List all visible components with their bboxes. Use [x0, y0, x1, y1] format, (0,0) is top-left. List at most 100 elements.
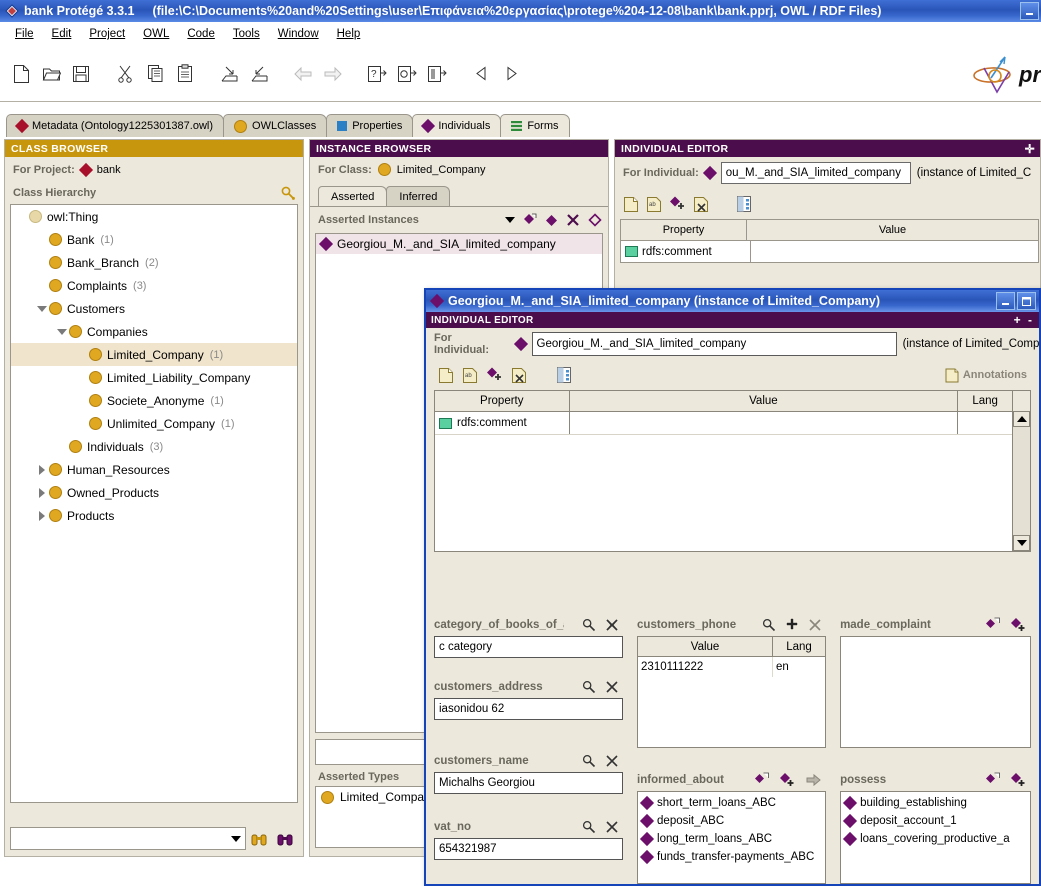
possess-item[interactable]: loans_covering_productive_a [841, 830, 1030, 848]
dialog-editor-icons[interactable]: ab Annotations [426, 360, 1039, 390]
create-icon[interactable] [392, 59, 422, 89]
minimize-button[interactable] [996, 292, 1015, 310]
phone-table-row[interactable]: 2310111222 en [638, 657, 825, 677]
chevron-right-icon[interactable] [35, 464, 49, 475]
instance-icon[interactable] [422, 59, 452, 89]
magnifier-icon[interactable] [582, 820, 596, 834]
class-search-icon[interactable] [281, 186, 295, 200]
create-diamond-icon[interactable] [985, 617, 1001, 633]
import-icon[interactable] [214, 59, 244, 89]
paste-icon[interactable] [170, 59, 200, 89]
instance-subtabs[interactable]: Asserted Inferred [310, 184, 608, 206]
class-tree-node[interactable]: Companies [11, 320, 297, 343]
tab-properties[interactable]: Properties [326, 114, 414, 137]
slot-input-category[interactable]: c category [434, 636, 624, 658]
add-instance-icon[interactable] [545, 214, 558, 227]
window-controls[interactable] [1020, 2, 1039, 20]
clear-x-icon[interactable] [808, 618, 822, 632]
slot-input-name[interactable]: Michalhs Georgiou [434, 772, 624, 794]
menu-project[interactable]: Project [80, 26, 134, 42]
menu-edit[interactable]: Edit [43, 26, 81, 42]
delete-instance-icon[interactable] [566, 213, 580, 227]
find-gold-binoculars-icon[interactable] [246, 832, 272, 846]
add-plus-icon[interactable] [785, 618, 799, 632]
split-view-icon[interactable] [737, 196, 751, 212]
dialog-row-lang[interactable] [958, 412, 1014, 434]
menu-bar[interactable]: File Edit Project OWL Code Tools Window … [0, 22, 1041, 46]
informed-about-list[interactable]: short_term_loans_ABC deposit_ABC long_term… [637, 791, 827, 884]
save-project-icon[interactable] [66, 59, 96, 89]
bg-row-value[interactable] [751, 241, 1038, 262]
class-hierarchy-tree[interactable]: owl:Thing Bank (1) Bank_Branch (2) Complaints… [10, 204, 298, 803]
slot-input-address[interactable]: iasonidou 62 [434, 698, 624, 720]
possess-list[interactable]: building_establishing deposit_account_1 lo… [840, 791, 1031, 884]
back-icon[interactable] [466, 59, 496, 89]
chevron-down-icon[interactable] [35, 305, 49, 312]
dialog-row-value[interactable] [570, 412, 959, 434]
cut-icon[interactable] [110, 59, 140, 89]
dialog-individual-name-input[interactable]: Georgiou_M._and_SIA_limited_company [531, 332, 897, 356]
export-icon[interactable] [244, 59, 274, 89]
dialog-title-bar[interactable]: Georgiou_M._and_SIA_limited_company (ins… [426, 290, 1039, 312]
create-diamond-icon[interactable] [754, 772, 770, 788]
chevron-down-icon[interactable] [55, 328, 69, 335]
create-instance-icon[interactable] [523, 213, 537, 227]
new-note-icon[interactable] [438, 367, 454, 384]
clear-x-icon[interactable] [605, 680, 619, 694]
class-tree-node[interactable]: Owned_Products [11, 481, 297, 504]
add-diamond-icon[interactable] [486, 367, 503, 384]
class-tree-node[interactable]: Complaints (3) [11, 274, 297, 297]
bg-property-table[interactable]: Property Value rdfs:comment [620, 219, 1039, 263]
chevron-right-icon[interactable] [35, 510, 49, 521]
tab-metadata[interactable]: Metadata (Ontology1225301387.owl) [6, 114, 225, 137]
copy-icon[interactable] [140, 59, 170, 89]
class-tree-node[interactable]: Bank_Branch (2) [11, 251, 297, 274]
tab-owlclasses[interactable]: OWLClasses [223, 114, 328, 137]
edit-note-icon[interactable]: ab [462, 367, 478, 384]
dialog-property-table[interactable]: Property Value Lang rdfs:comment [434, 390, 1031, 552]
individual-editor-dialog[interactable]: Georgiou_M._and_SIA_limited_company (ins… [424, 288, 1041, 886]
clear-x-icon[interactable] [605, 820, 619, 834]
possess-item[interactable]: building_establishing [841, 794, 1030, 812]
clear-instance-icon[interactable] [588, 213, 602, 227]
tab-individuals[interactable]: Individuals [412, 114, 502, 137]
clear-x-icon[interactable] [605, 754, 619, 768]
undo-icon[interactable] [288, 59, 318, 89]
new-project-icon[interactable] [6, 59, 36, 89]
made-complaint-list[interactable] [840, 636, 1031, 748]
class-tree-node[interactable]: Bank (1) [11, 228, 297, 251]
new-note-icon[interactable] [623, 196, 639, 213]
menu-file[interactable]: File [6, 26, 43, 42]
add-diamond-icon[interactable] [779, 772, 796, 789]
informed-about-item[interactable]: short_term_loans_ABC [638, 794, 825, 812]
informed-about-item[interactable]: funds_transfer-payments_ABC [638, 848, 825, 866]
bg-property-row[interactable]: rdfs:comment [621, 241, 1038, 262]
remove-note-icon[interactable] [693, 196, 709, 213]
class-tree-node[interactable]: Individuals (3) [11, 435, 297, 458]
split-view-icon[interactable] [557, 367, 571, 383]
chevron-right-icon[interactable] [35, 487, 49, 498]
class-tree-node[interactable]: Products [11, 504, 297, 527]
minimize-button[interactable] [1020, 2, 1039, 20]
dialog-table-scrollbar[interactable] [1012, 411, 1030, 551]
maximize-button[interactable] [1017, 292, 1036, 310]
menu-tools[interactable]: Tools [224, 26, 269, 42]
class-find-input[interactable] [10, 827, 246, 850]
class-find-row[interactable] [10, 827, 298, 850]
scroll-down-button[interactable] [1013, 535, 1030, 551]
open-project-icon[interactable] [36, 59, 66, 89]
main-toolbar[interactable]: ? [0, 46, 1041, 102]
find-purple-binoculars-icon[interactable] [272, 832, 298, 846]
add-diamond-icon[interactable] [1010, 772, 1027, 789]
sort-dropdown-icon[interactable] [505, 217, 515, 223]
dialog-header-icons[interactable]: + - [1014, 313, 1039, 327]
dialog-window-controls[interactable] [996, 292, 1039, 310]
phone-lang[interactable]: en [773, 657, 825, 677]
scroll-up-button[interactable] [1013, 411, 1030, 427]
instance-list-item[interactable]: Georgiou_M._and_SIA_limited_company [316, 234, 602, 254]
add-diamond-icon[interactable] [1010, 617, 1027, 634]
slot-input-vat[interactable]: 654321987 [434, 838, 624, 860]
class-tree-node[interactable]: Limited_Liability_Company [11, 366, 297, 389]
redo-icon[interactable] [318, 59, 348, 89]
dialog-table-row[interactable]: rdfs:comment [435, 412, 1030, 435]
